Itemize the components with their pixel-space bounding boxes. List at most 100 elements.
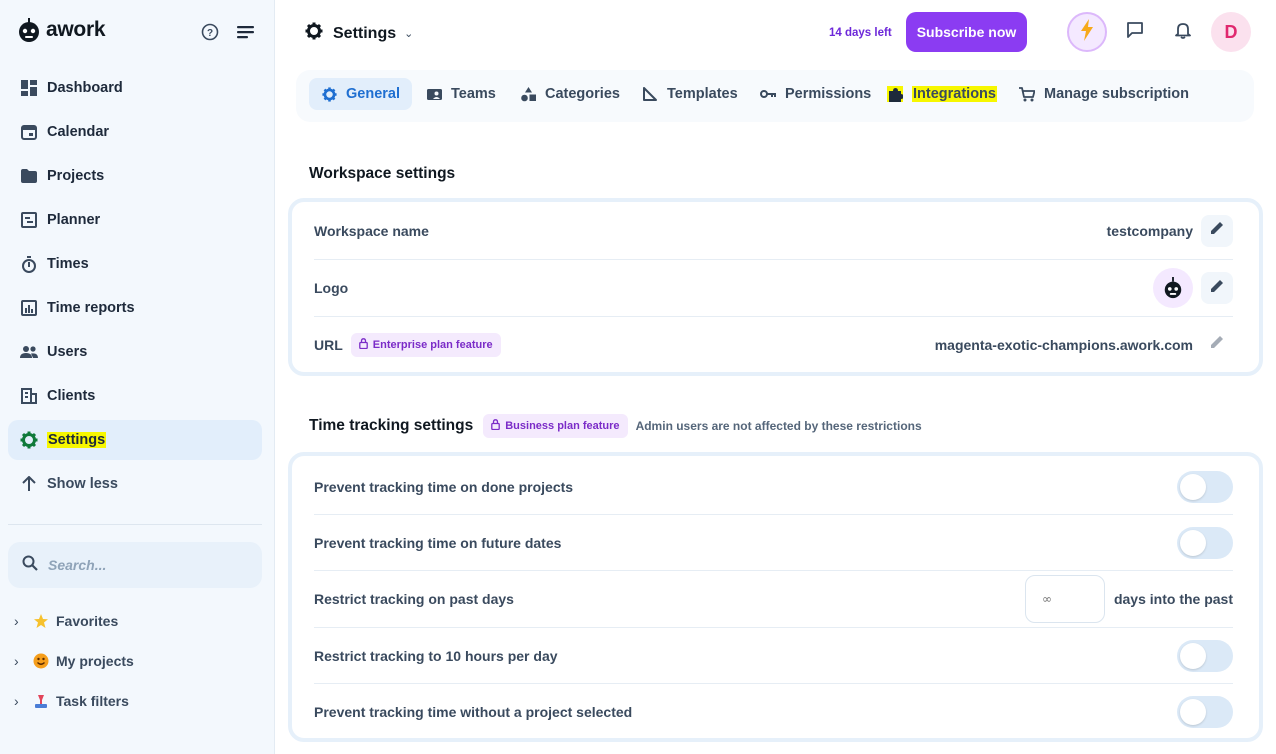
workspace-name-value: testcompany — [1106, 222, 1193, 239]
pencil-icon — [1210, 335, 1224, 354]
main-navigation: Dashboard Calendar Projects Planner Time… — [8, 68, 262, 508]
group-label: Favorites — [56, 613, 119, 629]
notifications-button[interactable] — [1163, 12, 1203, 52]
tab-templates[interactable]: Templates — [630, 78, 750, 110]
badge-label: Enterprise plan feature — [372, 338, 493, 351]
sidebar-item-label: Clients — [47, 388, 96, 404]
future-dates-toggle[interactable] — [1177, 526, 1233, 559]
done-projects-toggle[interactable] — [1177, 470, 1233, 503]
workspace-name-label: Workspace name — [314, 222, 429, 239]
sidebar-group-favorites[interactable]: › Favorites — [14, 612, 118, 630]
menu-icon[interactable] — [236, 22, 256, 42]
lightning-button[interactable] — [1067, 12, 1107, 52]
no-project-row: Prevent tracking time without a project … — [314, 684, 1233, 740]
trial-days-left: 14 days left — [829, 27, 892, 39]
ten-hours-toggle[interactable] — [1177, 639, 1233, 672]
sidebar-item-calendar[interactable]: Calendar — [8, 112, 262, 152]
edit-url-button — [1201, 329, 1233, 361]
user-avatar[interactable]: D — [1211, 12, 1251, 52]
enterprise-plan-badge: Enterprise plan feature — [350, 332, 501, 357]
lightning-icon — [1080, 18, 1094, 46]
sidebar-item-label: Calendar — [47, 124, 110, 140]
sidebar-item-show-less[interactable]: Show less — [8, 464, 262, 504]
lock-icon — [358, 337, 368, 352]
puzzle-icon — [887, 86, 903, 102]
tab-label: Templates — [667, 86, 738, 102]
sidebar-item-label: Settings — [47, 432, 107, 448]
chevron-right-icon: › — [14, 613, 19, 629]
edit-logo-button[interactable] — [1201, 272, 1233, 304]
teams-icon — [426, 86, 442, 102]
robot-logo-icon — [18, 18, 40, 42]
tab-label: Permissions — [785, 86, 872, 102]
ten-hours-row: Restrict tracking to 10 hours per day — [314, 628, 1233, 684]
workspace-url-value: magenta-exotic-champions.awork.com — [934, 336, 1193, 353]
workspace-settings-card: Workspace name testcompany Logo URL Ente… — [288, 198, 1263, 376]
chat-icon — [1126, 21, 1144, 44]
sidebar-item-users[interactable]: Users — [8, 332, 262, 372]
tab-general[interactable]: General — [309, 78, 412, 110]
brand-name: awork — [46, 18, 106, 41]
tab-label: Manage subscription — [1044, 86, 1190, 102]
sidebar-item-label: Show less — [47, 476, 118, 492]
awork-logo[interactable]: awork — [18, 18, 106, 42]
sidebar-item-label: Users — [47, 344, 88, 360]
sidebar-group-task-filters[interactable]: › Task filters — [14, 692, 129, 710]
past-days-input[interactable] — [1024, 575, 1105, 623]
search-icon — [22, 555, 38, 576]
sidebar-item-planner[interactable]: Planner — [8, 200, 262, 240]
page-title-dropdown[interactable]: Settings ⌄ — [305, 22, 413, 45]
planner-icon — [20, 211, 38, 229]
chat-button[interactable] — [1115, 12, 1155, 52]
time-tracking-header: Time tracking settings Business plan fea… — [309, 414, 922, 438]
help-icon[interactable]: ? — [200, 22, 220, 42]
time-tracking-card: Prevent tracking time on done projects P… — [288, 452, 1263, 742]
sidebar-item-clients[interactable]: Clients — [8, 376, 262, 416]
sidebar-item-time-reports[interactable]: Time reports — [8, 288, 262, 328]
business-plan-badge: Business plan feature — [483, 414, 628, 438]
logo-row: Logo — [314, 260, 1233, 317]
sidebar-item-dashboard[interactable]: Dashboard — [8, 68, 262, 108]
sidebar-item-times[interactable]: Times — [8, 244, 262, 284]
tab-permissions[interactable]: Permissions — [748, 78, 883, 110]
group-label: Task filters — [56, 693, 129, 709]
sidebar-item-label: Time reports — [47, 300, 135, 316]
logo-label: Logo — [314, 280, 349, 296]
tab-label: Integrations — [912, 86, 997, 102]
sidebar: awork ? Dashboard Calendar Projects Plan… — [0, 0, 275, 754]
setting-label: Prevent tracking time on future dates — [314, 534, 562, 551]
group-label: My projects — [56, 653, 134, 669]
tab-teams[interactable]: Teams — [414, 78, 508, 110]
chevron-down-icon: ⌄ — [404, 28, 414, 40]
dashboard-icon — [20, 79, 38, 97]
gear-icon — [321, 86, 337, 102]
cart-icon — [1019, 86, 1035, 102]
sidebar-group-my-projects[interactable]: › My projects — [14, 652, 134, 670]
building-icon — [20, 387, 38, 405]
setting-label: Restrict tracking to 10 hours per day — [314, 647, 558, 664]
past-days-row: Restrict tracking on past days days into… — [314, 571, 1233, 628]
svg-text:?: ? — [207, 28, 213, 39]
setting-label: Prevent tracking time without a project … — [314, 704, 633, 720]
future-dates-row: Prevent tracking time on future dates — [314, 515, 1233, 571]
workspace-name-row: Workspace name testcompany — [314, 202, 1233, 260]
sidebar-search[interactable] — [8, 542, 262, 588]
pencil-icon — [1210, 279, 1224, 298]
tab-manage-subscription[interactable]: Manage subscription — [1007, 78, 1201, 110]
badge-label: Business plan feature — [505, 420, 620, 432]
tab-integrations[interactable]: Integrations — [875, 78, 1009, 110]
sidebar-divider — [8, 524, 262, 525]
pencil-icon — [1210, 221, 1224, 240]
search-input[interactable] — [48, 557, 238, 573]
calendar-icon — [20, 123, 38, 141]
past-days-suffix: days into the past — [1113, 591, 1233, 607]
subscribe-button[interactable]: Subscribe now — [906, 12, 1027, 52]
sidebar-item-projects[interactable]: Projects — [8, 156, 262, 196]
no-project-toggle[interactable] — [1177, 696, 1233, 728]
shapes-icon — [520, 86, 536, 102]
settings-tabs: General Teams Categories Templates Permi… — [296, 70, 1254, 122]
sidebar-item-settings[interactable]: Settings — [8, 420, 262, 460]
edit-workspace-name-button[interactable] — [1201, 214, 1233, 247]
tab-categories[interactable]: Categories — [508, 78, 632, 110]
setting-label: Restrict tracking on past days — [314, 591, 514, 607]
